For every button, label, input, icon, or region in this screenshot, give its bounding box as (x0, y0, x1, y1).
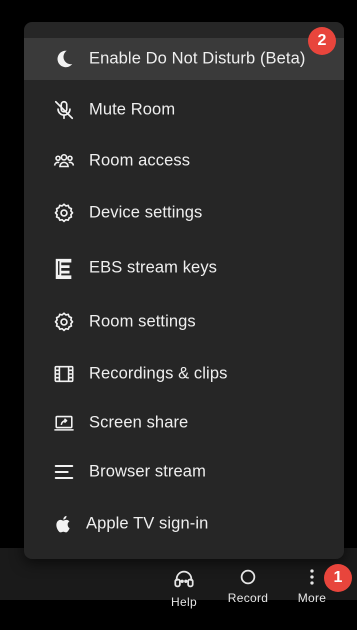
menu-item-mute-room[interactable]: Mute Room (24, 90, 344, 130)
menu-item-label: Room settings (89, 312, 196, 331)
menu-item-screen-share[interactable]: Screen share (24, 403, 344, 443)
more-label: More (297, 591, 327, 605)
more-vertical-icon (303, 568, 321, 586)
menu-item-label: Screen share (89, 413, 189, 432)
film-icon (52, 362, 76, 386)
ebs-logo-icon (52, 256, 76, 280)
apple-icon (52, 512, 76, 536)
record-button[interactable]: Record (221, 568, 275, 605)
menu-item-do-not-disturb[interactable]: Enable Do Not Disturb (Beta) (24, 38, 344, 80)
annotation-badge-1: 1 (324, 564, 352, 592)
menu-item-device-settings[interactable]: Device settings (24, 193, 344, 233)
record-icon (239, 568, 257, 586)
users-icon (52, 149, 76, 173)
menu-item-label: Recordings & clips (89, 364, 228, 383)
menu-item-room-settings[interactable]: Room settings (24, 302, 344, 342)
more-menu: Enable Do Not Disturb (Beta) Mute Room R… (24, 22, 344, 559)
menu-item-label: Enable Do Not Disturb (Beta) (89, 49, 306, 68)
mic-off-icon (52, 98, 76, 122)
menu-item-recordings-clips[interactable]: Recordings & clips (24, 354, 344, 394)
menu-item-label: Mute Room (89, 100, 176, 119)
menu-item-label: Apple TV sign-in (86, 514, 209, 533)
help-button[interactable]: Help (165, 568, 203, 609)
menu-item-ebs-stream-keys[interactable]: EBS stream keys (24, 248, 344, 288)
help-label: Help (171, 595, 197, 609)
lines-icon (52, 460, 76, 484)
moon-icon (52, 47, 76, 71)
gear-icon (52, 310, 76, 334)
menu-item-apple-tv-signin[interactable]: Apple TV sign-in (24, 504, 344, 544)
menu-item-label: Browser stream (89, 462, 206, 481)
menu-item-label: Device settings (89, 203, 203, 222)
menu-item-label: EBS stream keys (89, 258, 218, 277)
menu-item-room-access[interactable]: Room access (24, 141, 344, 181)
menu-item-browser-stream[interactable]: Browser stream (24, 452, 344, 492)
gear-icon (52, 201, 76, 225)
menu-item-label: Room access (89, 151, 191, 170)
screen-share-icon (52, 411, 76, 435)
record-label: Record (227, 591, 269, 605)
annotation-badge-2: 2 (308, 27, 336, 55)
help-icon (173, 568, 195, 590)
